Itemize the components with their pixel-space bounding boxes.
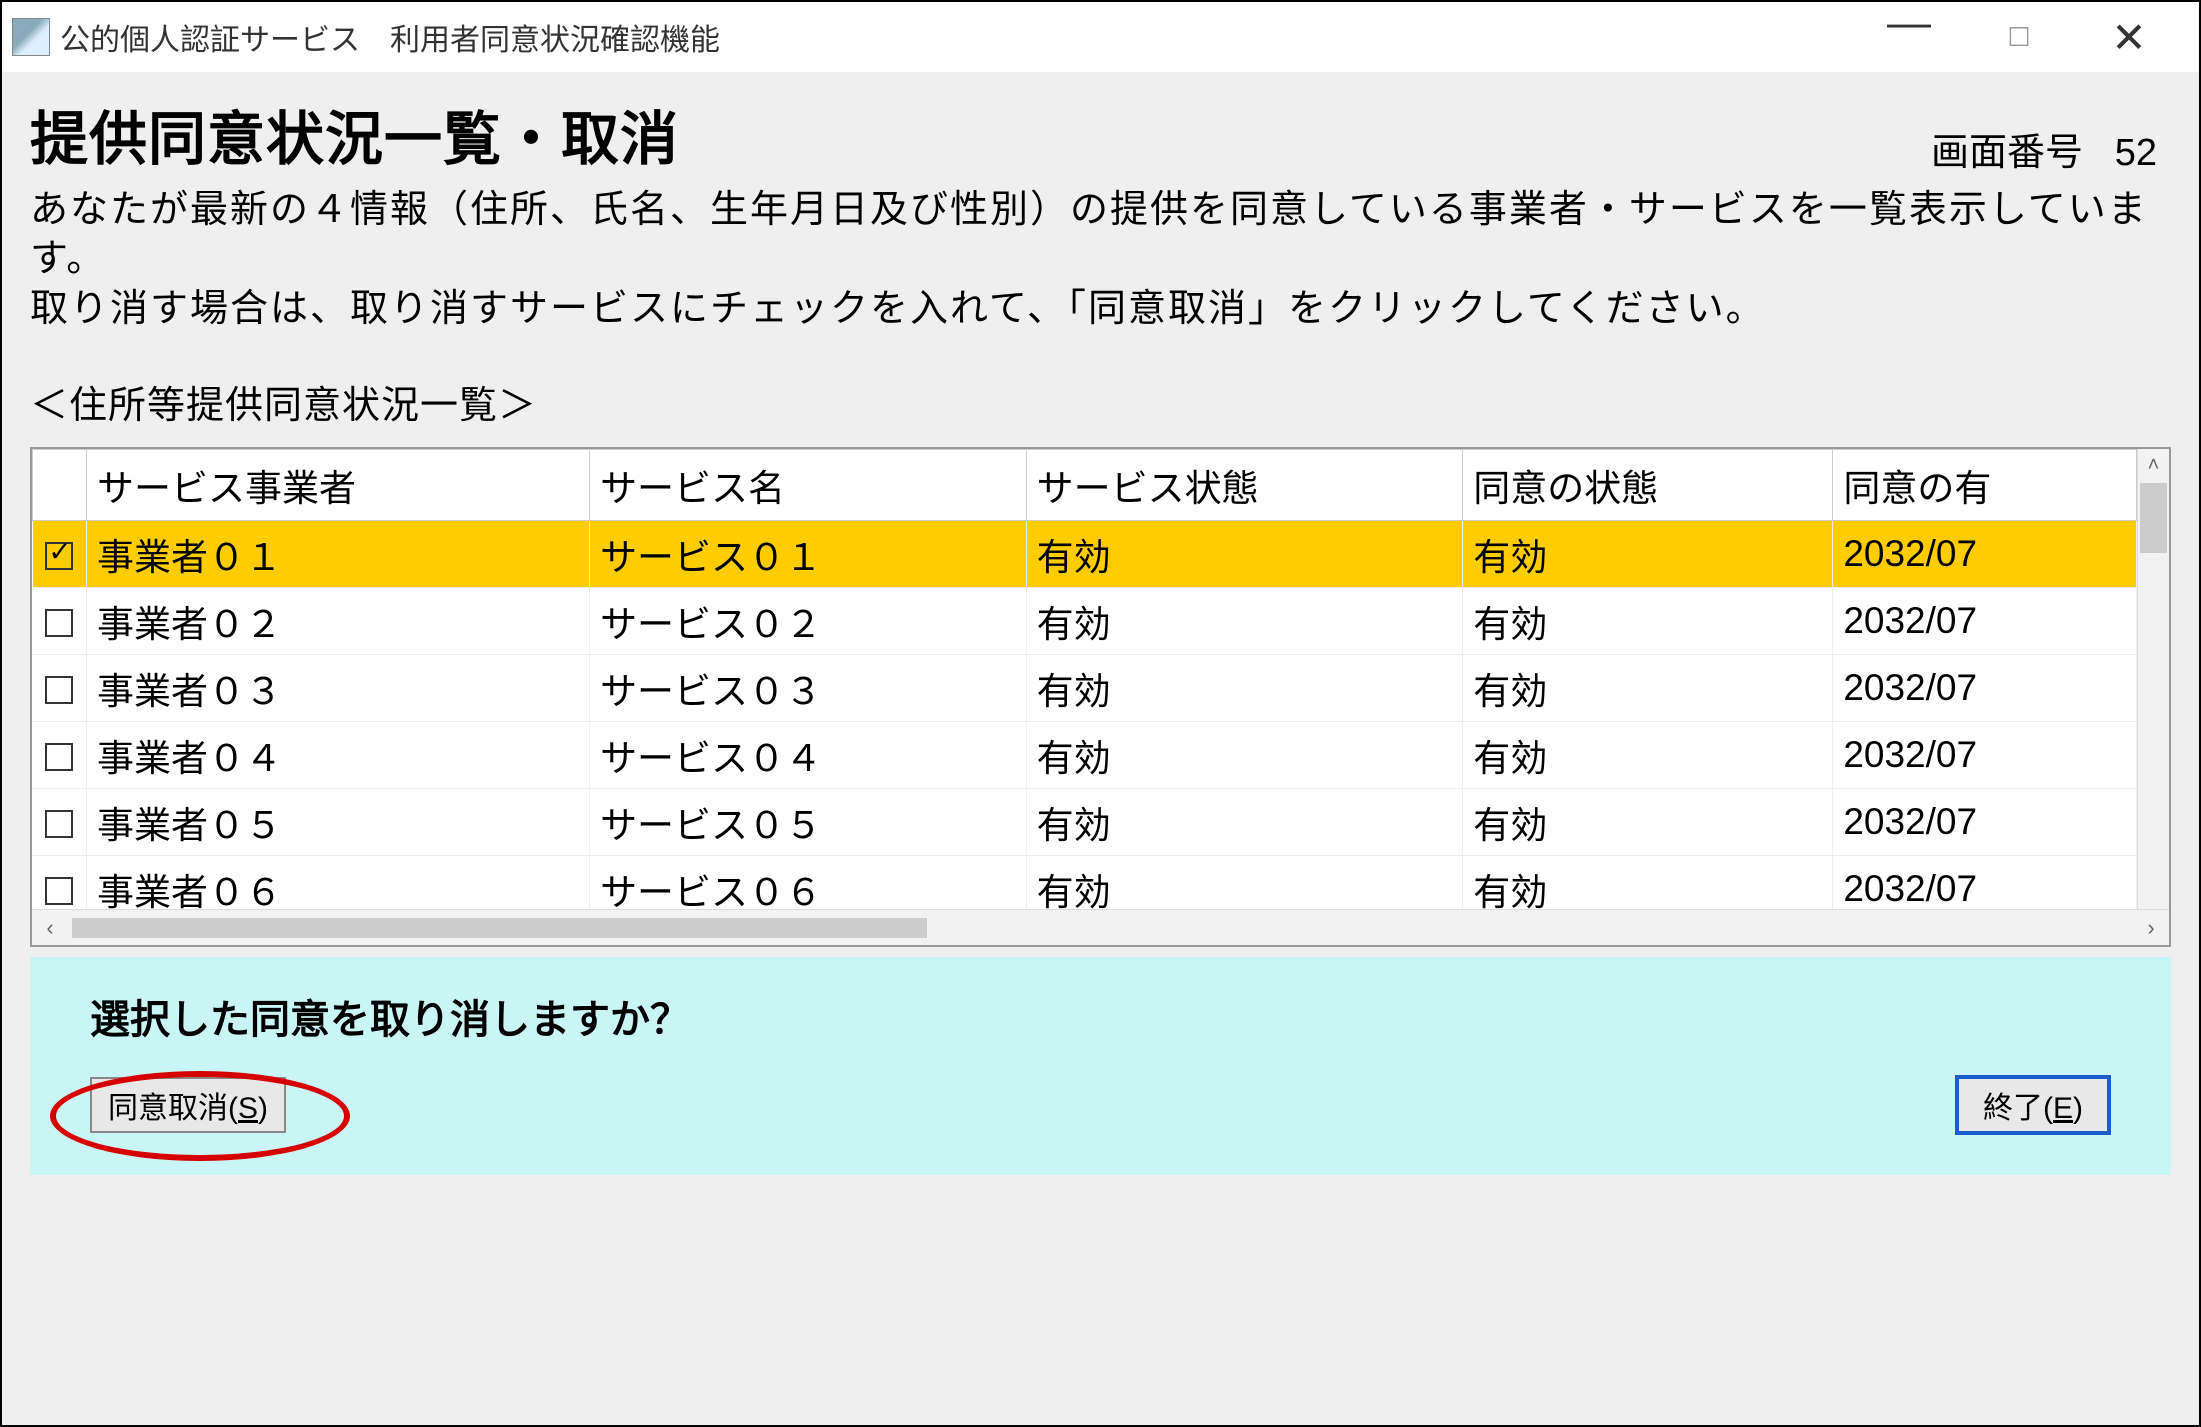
header-row: 提供同意状況一覧・取消 画面番号 52 bbox=[30, 92, 2171, 176]
screen-number-value: 52 bbox=[2115, 132, 2157, 174]
table-header[interactable]: サービス事業者 bbox=[87, 450, 590, 521]
vertical-scrollbar[interactable]: ˄ bbox=[2137, 449, 2169, 909]
table-cell-service_status: 有効 bbox=[1026, 856, 1463, 910]
table-container: サービス事業者サービス名サービス状態同意の状態同意の有 事業者０１サービス０１有… bbox=[30, 447, 2171, 947]
screen-number-label: 画面番号 bbox=[1931, 132, 2083, 174]
table-row[interactable]: 事業者０３サービス０３有効有効2032/07 bbox=[33, 655, 2137, 722]
table-header[interactable] bbox=[33, 450, 87, 521]
table-cell-consent_date: 2032/07 bbox=[1833, 856, 2137, 910]
vertical-scroll-thumb[interactable] bbox=[2140, 483, 2167, 553]
checkbox-icon[interactable] bbox=[45, 542, 73, 570]
table-row[interactable]: 事業者０２サービス０２有効有効2032/07 bbox=[33, 588, 2137, 655]
table-cell-service_status: 有効 bbox=[1026, 655, 1463, 722]
checkbox-icon[interactable] bbox=[45, 877, 73, 905]
revoke-consent-button[interactable]: 同意取消(S) bbox=[90, 1077, 286, 1133]
table-header[interactable]: 同意の有 bbox=[1833, 450, 2137, 521]
table-cell-consent_status: 有効 bbox=[1463, 588, 1833, 655]
table-cell-consent_date: 2032/07 bbox=[1833, 789, 2137, 856]
table-cell-consent_status: 有効 bbox=[1463, 655, 1833, 722]
row-checkbox-cell[interactable] bbox=[33, 789, 87, 856]
table-cell-provider: 事業者０４ bbox=[87, 722, 590, 789]
table-cell-consent_status: 有効 bbox=[1463, 521, 1833, 588]
table-cell-service: サービス０５ bbox=[590, 789, 1027, 856]
table-cell-provider: 事業者０３ bbox=[87, 655, 590, 722]
row-checkbox-cell[interactable] bbox=[33, 856, 87, 910]
table-cell-provider: 事業者０２ bbox=[87, 588, 590, 655]
row-checkbox-cell[interactable] bbox=[33, 588, 87, 655]
table-cell-provider: 事業者０６ bbox=[87, 856, 590, 910]
table-cell-consent_date: 2032/07 bbox=[1833, 588, 2137, 655]
window-controls: — ☐ ✕ bbox=[1879, 12, 2189, 62]
table-cell-service_status: 有効 bbox=[1026, 722, 1463, 789]
table-cell-service: サービス０６ bbox=[590, 856, 1027, 910]
checkbox-icon[interactable] bbox=[45, 676, 73, 704]
table-cell-consent_date: 2032/07 bbox=[1833, 655, 2137, 722]
horizontal-scrollbar[interactable]: ‹ › bbox=[32, 909, 2169, 945]
minimize-button[interactable]: — bbox=[1879, 0, 1939, 48]
table-cell-service: サービス０１ bbox=[590, 521, 1027, 588]
table-row[interactable]: 事業者０５サービス０５有効有効2032/07 bbox=[33, 789, 2137, 856]
scroll-right-icon[interactable]: › bbox=[2133, 915, 2169, 941]
row-checkbox-cell[interactable] bbox=[33, 521, 87, 588]
table-cell-consent_status: 有効 bbox=[1463, 856, 1833, 910]
footer-panel: 選択した同意を取り消しますか？ 同意取消(S) 終了(E) bbox=[30, 957, 2171, 1175]
scroll-up-icon[interactable]: ˄ bbox=[2138, 449, 2169, 481]
table-row[interactable]: 事業者０４サービス０４有効有効2032/07 bbox=[33, 722, 2137, 789]
table-cell-consent_date: 2032/07 bbox=[1833, 521, 2137, 588]
app-icon bbox=[12, 18, 50, 56]
confirmation-question: 選択した同意を取り消しますか？ bbox=[90, 987, 2111, 1045]
table-cell-service_status: 有効 bbox=[1026, 521, 1463, 588]
scroll-left-icon[interactable]: ‹ bbox=[32, 915, 68, 941]
table-cell-service_status: 有効 bbox=[1026, 789, 1463, 856]
exit-button[interactable]: 終了(E) bbox=[1955, 1075, 2111, 1135]
table-cell-consent_date: 2032/07 bbox=[1833, 722, 2137, 789]
app-window: 公的個人認証サービス 利用者同意状況確認機能 — ☐ ✕ 提供同意状況一覧・取消… bbox=[0, 0, 2201, 1427]
consent-table: サービス事業者サービス名サービス状態同意の状態同意の有 事業者０１サービス０１有… bbox=[32, 449, 2137, 909]
table-cell-consent_status: 有効 bbox=[1463, 789, 1833, 856]
table-cell-service_status: 有効 bbox=[1026, 588, 1463, 655]
checkbox-icon[interactable] bbox=[45, 743, 73, 771]
checkbox-icon[interactable] bbox=[45, 609, 73, 637]
table-row[interactable]: 事業者０６サービス０６有効有効2032/07 bbox=[33, 856, 2137, 910]
close-button[interactable]: ✕ bbox=[2099, 12, 2159, 62]
checkbox-icon[interactable] bbox=[45, 810, 73, 838]
table-cell-service: サービス０３ bbox=[590, 655, 1027, 722]
row-checkbox-cell[interactable] bbox=[33, 655, 87, 722]
window-title: 公的個人認証サービス 利用者同意状況確認機能 bbox=[60, 15, 1879, 59]
table-cell-service: サービス０２ bbox=[590, 588, 1027, 655]
table-cell-service: サービス０４ bbox=[590, 722, 1027, 789]
horizontal-scroll-thumb[interactable] bbox=[72, 918, 927, 938]
table-header[interactable]: 同意の状態 bbox=[1463, 450, 1833, 521]
row-checkbox-cell[interactable] bbox=[33, 722, 87, 789]
table-row[interactable]: 事業者０１サービス０１有効有効2032/07 bbox=[33, 521, 2137, 588]
footer-buttons: 同意取消(S) 終了(E) bbox=[90, 1075, 2111, 1135]
table-cell-consent_status: 有効 bbox=[1463, 722, 1833, 789]
page-title: 提供同意状況一覧・取消 bbox=[30, 92, 679, 176]
table-header[interactable]: サービス名 bbox=[590, 450, 1027, 521]
table-area: サービス事業者サービス名サービス状態同意の状態同意の有 事業者０１サービス０１有… bbox=[32, 449, 2137, 909]
screen-number: 画面番号 52 bbox=[1931, 121, 2171, 176]
list-heading: ＜住所等提供同意状況一覧＞ bbox=[30, 374, 2171, 429]
maximize-button[interactable]: ☐ bbox=[1989, 12, 2049, 62]
table-header[interactable]: サービス状態 bbox=[1026, 450, 1463, 521]
title-bar: 公的個人認証サービス 利用者同意状況確認機能 — ☐ ✕ bbox=[2, 2, 2199, 72]
table-cell-provider: 事業者０１ bbox=[87, 521, 590, 588]
table-cell-provider: 事業者０５ bbox=[87, 789, 590, 856]
description-text: あなたが最新の４情報（住所、氏名、生年月日及び性別）の提供を同意している事業者・… bbox=[30, 186, 2171, 334]
content-area: 提供同意状況一覧・取消 画面番号 52 あなたが最新の４情報（住所、氏名、生年月… bbox=[2, 72, 2199, 1425]
